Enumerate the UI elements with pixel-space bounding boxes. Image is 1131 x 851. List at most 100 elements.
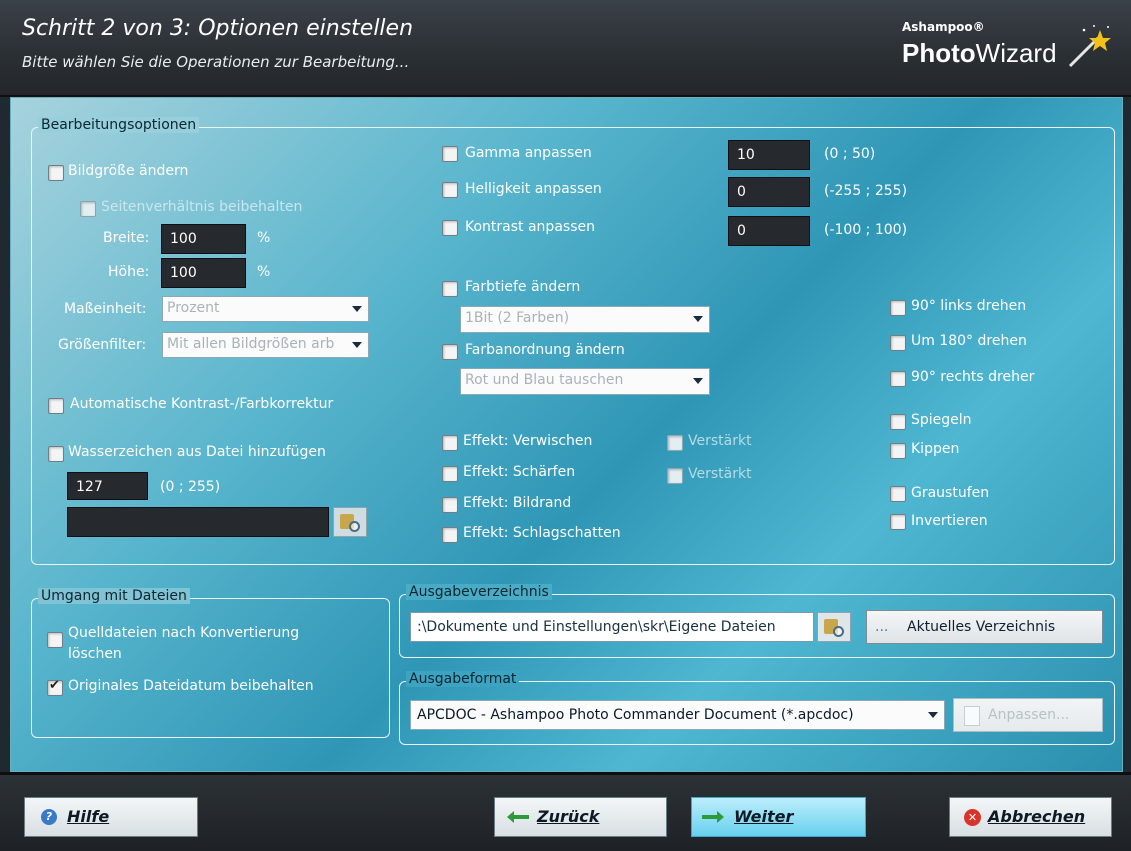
auto-correct-checkbox[interactable] bbox=[48, 398, 64, 414]
customize-format-button[interactable]: Anpassen... bbox=[953, 698, 1103, 732]
chevron-down-icon bbox=[350, 297, 364, 321]
rotate-right-label: 90° rechts dreher bbox=[911, 369, 1035, 385]
color-order-checkbox[interactable] bbox=[442, 344, 458, 360]
logo-wizard: Wizard bbox=[975, 38, 1057, 68]
watermark-label: Wasserzeichen aus Datei hinzufügen bbox=[68, 444, 326, 460]
sharpen-checkbox[interactable] bbox=[442, 466, 458, 482]
sharpen-strong-checkbox[interactable] bbox=[667, 468, 683, 484]
magic-wand-icon bbox=[1068, 25, 1111, 68]
output-format-legend: Ausgabeformat bbox=[406, 671, 520, 687]
watermark-checkbox[interactable] bbox=[48, 446, 64, 462]
rotate-left-label: 90° links drehen bbox=[911, 298, 1027, 314]
shadow-checkbox[interactable] bbox=[442, 527, 458, 543]
height-input[interactable]: 100 bbox=[161, 258, 246, 288]
width-input[interactable]: 100 bbox=[161, 224, 246, 254]
output-dir-legend: Ausgabeverzeichnis bbox=[406, 584, 552, 600]
brightness-range: (-255 ; 255) bbox=[824, 183, 908, 199]
back-button[interactable]: Zurück bbox=[494, 797, 667, 837]
watermark-range: (0 ; 255) bbox=[160, 479, 221, 495]
help-label: Hilfe bbox=[67, 807, 110, 826]
rotate-180-label: Um 180° drehen bbox=[911, 333, 1027, 349]
chevron-down-icon bbox=[691, 307, 705, 332]
mirror-checkbox[interactable] bbox=[890, 414, 906, 430]
delete-source-label-1: Quelldateien nach Konvertierung bbox=[68, 625, 300, 641]
rotate-180-checkbox[interactable] bbox=[890, 335, 906, 351]
invert-label: Invertieren bbox=[911, 513, 988, 529]
flip-checkbox[interactable] bbox=[890, 443, 906, 459]
keep-date-checkbox[interactable] bbox=[47, 678, 63, 696]
wizard-footer: ? Hilfe Zurück Weiter ✕ Abbrechen bbox=[0, 772, 1131, 851]
color-order-label: Farbanordnung ändern bbox=[465, 342, 625, 358]
brightness-label: Helligkeit anpassen bbox=[465, 181, 602, 197]
output-dir-input[interactable]: :\Dokumente und Einstellungen\skr\Eigene… bbox=[410, 612, 814, 642]
grayscale-label: Graustufen bbox=[911, 485, 990, 501]
chevron-down-icon bbox=[691, 369, 705, 394]
current-dir-button[interactable]: ... Aktuelles Verzeichnis bbox=[866, 610, 1103, 644]
search-icon bbox=[833, 626, 844, 637]
next-button[interactable]: Weiter bbox=[691, 797, 866, 837]
output-dir-browse-button[interactable] bbox=[817, 612, 851, 642]
auto-correct-label: Automatische Kontrast-/Farbkorrektur bbox=[70, 396, 334, 412]
contrast-input[interactable]: 0 bbox=[728, 216, 810, 246]
watermark-file-input[interactable] bbox=[67, 507, 329, 537]
filter-label: Größenfilter: bbox=[58, 337, 147, 353]
chevron-down-icon bbox=[350, 333, 364, 357]
unit-label: Maßeinheit: bbox=[64, 301, 147, 317]
customize-format-label: Anpassen... bbox=[988, 707, 1070, 723]
color-depth-select[interactable]: 1Bit (2 Farben) bbox=[460, 306, 710, 333]
brightness-checkbox[interactable] bbox=[442, 182, 458, 198]
gamma-range: (0 ; 50) bbox=[824, 146, 876, 162]
keep-date-label: Originales Dateidatum beibehalten bbox=[68, 678, 314, 694]
resize-checkbox[interactable] bbox=[48, 165, 64, 181]
logo-photo: Photo bbox=[902, 38, 976, 68]
cancel-button[interactable]: ✕ Abbrechen bbox=[949, 797, 1112, 837]
chevron-down-icon bbox=[926, 703, 940, 729]
files-group bbox=[31, 598, 390, 738]
back-label: Zurück bbox=[537, 807, 600, 826]
blur-strong-checkbox[interactable] bbox=[667, 435, 683, 451]
width-unit: % bbox=[257, 230, 271, 246]
sharpen-label: Effekt: Schärfen bbox=[463, 464, 576, 480]
help-icon: ? bbox=[41, 809, 57, 825]
output-format-value: APCDOC - Ashampoo Photo Commander Docume… bbox=[417, 707, 854, 723]
gamma-input[interactable]: 10 bbox=[728, 140, 810, 170]
watermark-opacity-input[interactable]: 127 bbox=[67, 472, 148, 500]
wizard-header: Schritt 2 von 3: Optionen einstellen Bit… bbox=[0, 0, 1131, 97]
files-legend: Umgang mit Dateien bbox=[38, 588, 190, 604]
current-dir-label: Aktuelles Verzeichnis bbox=[907, 619, 1056, 635]
current-dir-prefix: ... bbox=[875, 619, 889, 635]
keep-ratio-checkbox[interactable] bbox=[80, 201, 96, 217]
color-order-select[interactable]: Rot und Blau tauschen bbox=[460, 368, 710, 395]
filter-select[interactable]: Mit allen Bildgrößen arb bbox=[162, 332, 369, 358]
search-icon bbox=[349, 521, 360, 532]
rotate-left-checkbox[interactable] bbox=[890, 300, 906, 316]
invert-checkbox[interactable] bbox=[890, 514, 906, 530]
resize-label: Bildgröße ändern bbox=[68, 163, 189, 179]
color-depth-checkbox[interactable] bbox=[442, 281, 458, 297]
delete-source-checkbox[interactable] bbox=[47, 632, 63, 648]
watermark-browse-button[interactable] bbox=[333, 507, 367, 537]
filter-value: Mit allen Bildgrößen arb bbox=[167, 336, 335, 352]
color-order-value: Rot und Blau tauschen bbox=[465, 372, 624, 388]
frame-checkbox[interactable] bbox=[442, 497, 458, 513]
frame-label: Effekt: Bildrand bbox=[463, 495, 572, 511]
help-button[interactable]: ? Hilfe bbox=[24, 797, 198, 837]
unit-select[interactable]: Prozent bbox=[162, 296, 369, 322]
gamma-checkbox[interactable] bbox=[442, 146, 458, 162]
output-format-select[interactable]: APCDOC - Ashampoo Photo Commander Docume… bbox=[410, 700, 945, 730]
mirror-label: Spiegeln bbox=[911, 412, 972, 428]
contrast-range: (-100 ; 100) bbox=[824, 222, 908, 238]
brightness-input[interactable]: 0 bbox=[728, 177, 810, 207]
cancel-label: Abbrechen bbox=[988, 807, 1086, 826]
contrast-checkbox[interactable] bbox=[442, 220, 458, 236]
keep-ratio-label: Seitenverhältnis beibehalten bbox=[101, 199, 303, 215]
rotate-right-checkbox[interactable] bbox=[890, 371, 906, 387]
grayscale-checkbox[interactable] bbox=[890, 486, 906, 502]
delete-source-label-2: löschen bbox=[68, 646, 122, 662]
contrast-label: Kontrast anpassen bbox=[465, 219, 595, 235]
blur-checkbox[interactable] bbox=[442, 435, 458, 451]
page-title: Schritt 2 von 3: Optionen einstellen bbox=[22, 16, 414, 41]
color-depth-label: Farbtiefe ändern bbox=[465, 279, 581, 295]
gamma-label: Gamma anpassen bbox=[465, 145, 592, 161]
logo-brand: Ashampoo® bbox=[902, 20, 985, 34]
